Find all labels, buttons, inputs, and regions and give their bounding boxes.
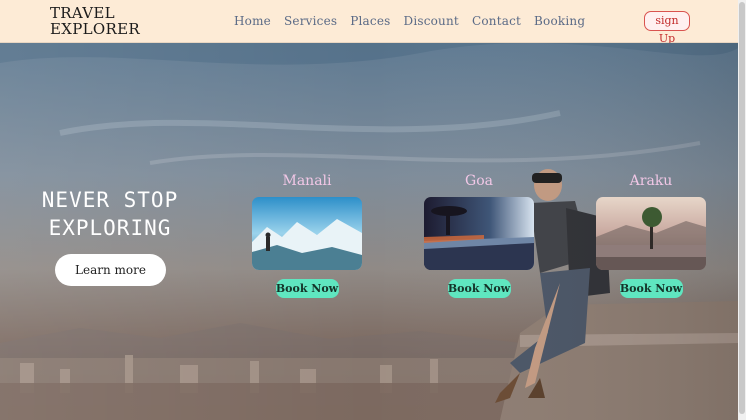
logo-line-2: EXPLORER — [50, 20, 140, 38]
hero-tagline: NEVER STOP EXPLORING — [18, 186, 202, 242]
nav-services[interactable]: Services — [284, 14, 337, 28]
site-header: TRAVEL EXPLORER Home Services Places Dis… — [0, 0, 738, 45]
main-nav: Home Services Places Discount Contact Bo… — [234, 14, 598, 28]
nav-booking[interactable]: Booking — [534, 14, 585, 28]
destination-image-araku[interactable] — [596, 197, 706, 270]
nav-home[interactable]: Home — [234, 14, 271, 28]
destination-title: Araku — [629, 173, 673, 189]
logo-line-1: TRAVEL — [50, 4, 115, 22]
tagline-line-2: EXPLORING — [48, 216, 172, 240]
nav-discount[interactable]: Discount — [404, 14, 459, 28]
book-now-button-manali[interactable]: Book Now — [275, 279, 339, 298]
nav-contact[interactable]: Contact — [472, 14, 521, 28]
nav-places[interactable]: Places — [350, 14, 390, 28]
hero-section: NEVER STOP EXPLORING Learn more Manali B… — [0, 43, 738, 420]
destination-title: Manali — [282, 173, 332, 189]
destination-title: Goa — [465, 173, 493, 189]
page-scrollbar[interactable] — [738, 0, 746, 420]
site-logo[interactable]: TRAVEL EXPLORER — [50, 5, 140, 37]
book-now-button-goa[interactable]: Book Now — [447, 279, 511, 298]
destination-card-goa: Goa Book Now — [424, 173, 534, 298]
destination-card-manali: Manali Book Now — [252, 173, 362, 298]
signup-button[interactable]: sign Up — [644, 11, 690, 45]
destination-image-goa[interactable] — [424, 197, 534, 270]
scrollbar-thumb[interactable] — [739, 2, 745, 414]
destination-image-manali[interactable] — [252, 197, 362, 270]
destination-card-araku: Araku Book Now — [596, 173, 706, 298]
learn-more-button[interactable]: Learn more — [55, 254, 166, 286]
book-now-button-araku[interactable]: Book Now — [619, 279, 683, 298]
tagline-line-1: NEVER STOP — [41, 188, 179, 212]
